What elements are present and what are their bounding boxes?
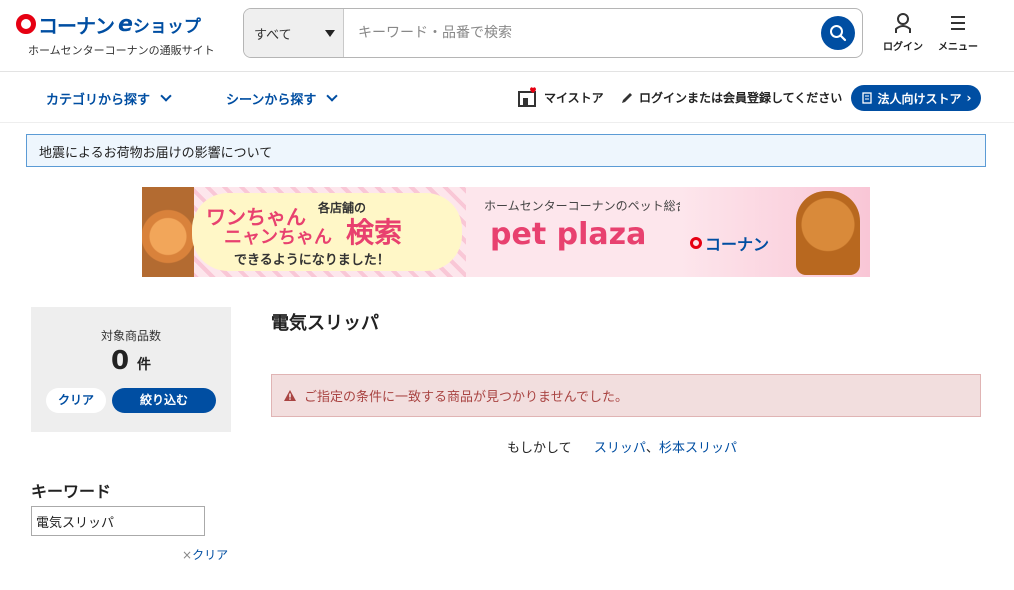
count-value: 0 [110, 346, 130, 376]
did-you-mean: もしかして スリッパ、杉本スリッパ [507, 437, 737, 456]
banner-line3: できるようになりました！ [234, 253, 390, 268]
dog-photo-image [796, 191, 860, 275]
mystore-link[interactable]: マイストア [518, 87, 604, 107]
site-logo[interactable]: コーナン e ショップ ホームセンターコーナンの通販サイト [16, 10, 228, 58]
login-button[interactable]: ログイン [878, 12, 928, 53]
suggest-separator: 、 [645, 441, 659, 456]
chevron-down-icon [326, 90, 339, 102]
no-results-alert: ご指定の条件に一致する商品が見つかりませんでした。 [271, 374, 981, 417]
logo-e-text: e [118, 11, 133, 37]
nav-scene[interactable]: シーンから探す [226, 89, 339, 108]
notice-text: 地震によるお荷物お届けの影響について [39, 146, 273, 161]
menu-button[interactable]: メニュー [933, 12, 983, 53]
corporate-store-label: 法人向けストア [877, 91, 962, 106]
user-icon [895, 13, 911, 33]
menu-label: メニュー [938, 42, 978, 53]
mystore-label: マイストア [544, 90, 604, 105]
close-icon: × [182, 548, 193, 562]
caret-down-icon [325, 29, 335, 37]
logo-brand-text: コーナン [38, 13, 115, 38]
search-category-select[interactable]: すべて [244, 9, 344, 57]
corporate-store-button[interactable]: 法人向けストア › [851, 85, 981, 111]
building-icon [861, 92, 872, 104]
nav-category[interactable]: カテゴリから探す [46, 89, 172, 108]
site-header: コーナン e ショップ ホームセンターコーナンの通販サイト すべて ログイン [0, 0, 1014, 72]
banner-brand: コーナン [690, 231, 769, 255]
hamburger-icon [951, 16, 965, 30]
keyword-clear-label: クリア [192, 548, 229, 562]
banner-line2b: 検索 [346, 216, 403, 249]
suggestion-link[interactable]: 杉本スリッパ [659, 441, 737, 456]
result-count: 0件 [31, 346, 231, 376]
page-title: 電気スリッパ [271, 313, 379, 334]
count-label: 対象商品数 [100, 329, 161, 343]
chevron-right-icon: › [966, 91, 972, 105]
store-heart-icon [518, 87, 536, 107]
banner-line2a: ニャンちゃん [224, 227, 332, 248]
logo-shop-text: ショップ [132, 16, 201, 37]
keyword-heading: キーワード [31, 482, 112, 501]
count-unit: 件 [137, 357, 152, 373]
nav-scene-label: シーンから探す [226, 93, 317, 108]
alert-text: ご指定の条件に一致する商品が見つかりませんでした。 [304, 390, 628, 405]
banner-brand-text: コーナン [705, 235, 770, 254]
global-nav: カテゴリから探す シーンから探す マイストア ログインまたは会員登録してください… [0, 73, 1014, 123]
search-category-value: すべて [254, 27, 292, 43]
refine-button[interactable]: 絞り込む [112, 388, 216, 413]
login-label: ログイン [883, 42, 923, 53]
clear-button[interactable]: クリア [46, 388, 106, 413]
suggest-label: もしかして [507, 441, 572, 456]
logo-ring-icon [16, 14, 36, 34]
banner-pet-plaza: pet plaza [490, 217, 647, 252]
pencil-icon [622, 92, 632, 103]
login-register-label: ログインまたは会員登録してください [639, 91, 843, 105]
nav-category-label: カテゴリから探す [46, 93, 151, 108]
filter-box: 対象商品数 0件 クリア 絞り込む [31, 307, 231, 432]
warning-icon [284, 390, 296, 401]
cat-photo-image [142, 187, 194, 277]
search-input[interactable] [344, 9, 821, 57]
search-button[interactable] [821, 16, 855, 50]
keyword-input[interactable] [31, 506, 205, 536]
keyword-clear-link[interactable]: ×クリア [182, 546, 228, 563]
search-bar: すべて [243, 8, 863, 58]
pet-plaza-banner[interactable]: ワンちゃん 各店舗の ニャンちゃん 検索 できるようになりました！ ホームセンタ… [142, 187, 870, 277]
login-register-link[interactable]: ログインまたは会員登録してください [620, 89, 842, 106]
logo-subtitle: ホームセンターコーナンの通販サイト [28, 44, 215, 57]
search-icon [830, 25, 847, 42]
earthquake-notice[interactable]: 地震によるお荷物お届けの影響について [26, 134, 986, 167]
logo-ring-icon [690, 237, 702, 249]
chevron-down-icon [160, 90, 172, 102]
suggestion-link[interactable]: スリッパ [594, 441, 646, 456]
